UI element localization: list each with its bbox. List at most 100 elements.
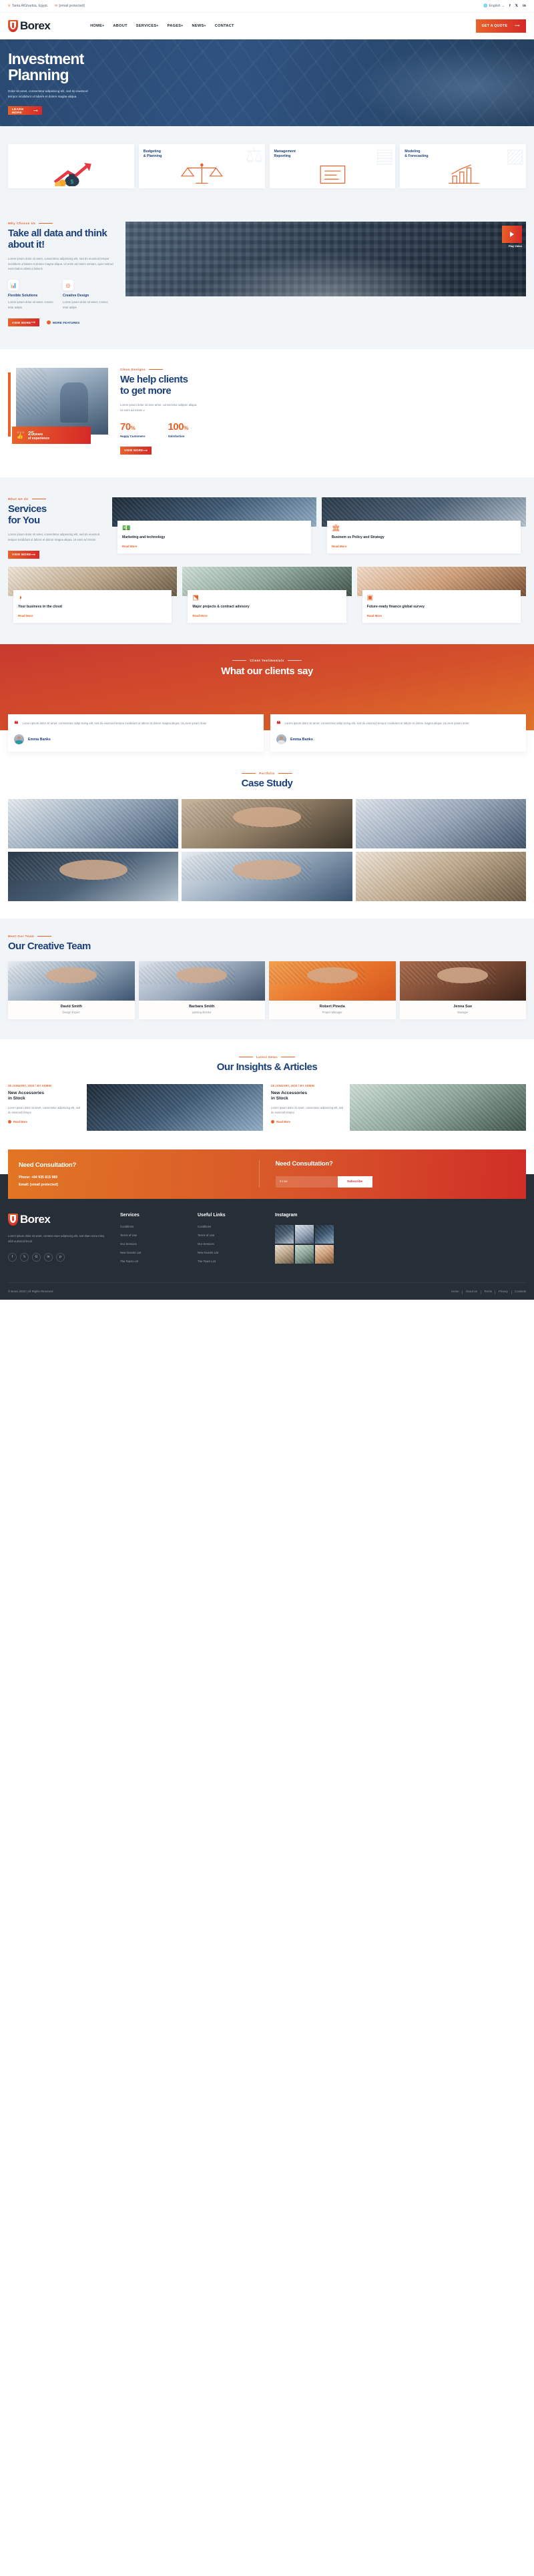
- instagram-thumb[interactable]: [315, 1224, 334, 1244]
- help-view-more-button[interactable]: VIEW MORE ⟶: [120, 446, 152, 455]
- help-eyebrow: Clean Designs: [120, 368, 526, 371]
- linkedin-icon[interactable]: in: [523, 4, 526, 8]
- feature-card[interactable]: Modeling & Forecasting ▨: [400, 144, 526, 188]
- footer-link[interactable]: Our Services: [198, 1242, 264, 1246]
- footer-link[interactable]: The Team List: [198, 1260, 264, 1263]
- pinterest-icon[interactable]: p: [56, 1252, 65, 1262]
- footer-bottom-link-home[interactable]: Home: [451, 1290, 459, 1293]
- case-study-item[interactable]: [182, 799, 352, 849]
- feature-card-title: Budgeting & Planning: [144, 150, 260, 159]
- testimonial-text: Lorem ipsum dolor sit amet, consectetur …: [22, 722, 207, 726]
- stat-label: Satisfaction: [168, 434, 185, 438]
- hero-learn-more-button[interactable]: LEARN MORE ⟶: [8, 106, 42, 115]
- avatar: [14, 734, 24, 745]
- facebook-icon[interactable]: f: [509, 4, 511, 8]
- subscribe-email-input[interactable]: [275, 1176, 338, 1188]
- nav-item-pages[interactable]: PAGES+: [168, 24, 184, 28]
- service-card-body: ◑ Your business in the cloud Read More: [13, 590, 172, 623]
- team-member-card[interactable]: Barbara Smith painting director: [138, 961, 265, 1020]
- mini-feature-body: Lorem ipsum dolor sit amet, consec tetur…: [63, 300, 108, 310]
- language-selector[interactable]: 🌐 English ⌄: [483, 4, 505, 8]
- footer-bottom-link-privacy[interactable]: Privacy: [495, 1290, 508, 1294]
- footer-link[interactable]: The Team List: [120, 1260, 187, 1263]
- footer-link[interactable]: Conditions: [198, 1225, 264, 1228]
- twitter-icon[interactable]: 𝕏: [515, 4, 518, 8]
- blog-read-more-link[interactable]: Read More: [8, 1119, 83, 1123]
- blog-read-more-link[interactable]: Read More: [271, 1119, 346, 1123]
- nav-item-news[interactable]: NEWS+: [192, 24, 206, 28]
- team-member-card[interactable]: David Smith Design Expert: [8, 961, 135, 1020]
- photo-fill: [399, 961, 526, 1001]
- blog-post-card[interactable]: 28 JANUARY, 2020 / BY ADMIN New Accessor…: [271, 1083, 526, 1131]
- footer-link[interactable]: Conditions: [120, 1225, 187, 1228]
- button-label: VIEW MORE: [124, 449, 144, 453]
- service-card-title: Marketing and technology: [122, 535, 166, 540]
- footer-link[interactable]: New Guests List: [198, 1251, 264, 1254]
- nav-item-services[interactable]: SERVICES+: [136, 24, 159, 28]
- case-study-item[interactable]: [355, 799, 526, 849]
- logo[interactable]: Borex: [8, 19, 51, 33]
- topbar-email[interactable]: ✉ [email protected]: [55, 4, 85, 8]
- footer-bottom-link-terms[interactable]: Terms: [480, 1290, 492, 1294]
- twitter-icon[interactable]: 𝕏: [20, 1252, 29, 1262]
- footer-link[interactable]: Terms of Use: [198, 1234, 264, 1237]
- feature-card[interactable]: Management Reporting ▤: [269, 144, 396, 188]
- service-read-more-link[interactable]: Read More: [18, 614, 167, 617]
- service-read-more-link[interactable]: Read More: [122, 545, 306, 548]
- play-video-button[interactable]: [502, 226, 522, 243]
- google-icon[interactable]: G: [32, 1252, 41, 1262]
- service-card[interactable]: ◑ Your business in the cloud Read More: [8, 567, 178, 623]
- service-card[interactable]: 🏛 Businem ss Policy and Strategy Read Mo…: [322, 497, 526, 559]
- feature-card[interactable]: $: [8, 144, 134, 188]
- instagram-thumb[interactable]: [295, 1244, 314, 1264]
- eyebrow-label: Client Testimonials: [250, 659, 284, 663]
- instagram-thumb[interactable]: [275, 1224, 294, 1244]
- get-a-quote-button[interactable]: GET A QUOTE ⟶: [475, 19, 526, 33]
- nav-item-about[interactable]: ABOUT: [113, 24, 127, 28]
- footer-bottom-link-about[interactable]: About Us: [462, 1290, 477, 1294]
- service-card[interactable]: ▣ Future-ready finance global survey Rea…: [356, 567, 526, 623]
- blog-post-card[interactable]: 28 JANUARY, 2020 / BY ADMIN New Accessor…: [8, 1083, 263, 1131]
- topbar-location: ⚲ Tanta AlGharbia, Egypt.: [8, 4, 48, 8]
- case-study-item[interactable]: [8, 799, 179, 849]
- nav-item-home[interactable]: HOME+: [90, 24, 104, 28]
- case-title: Case Study: [241, 778, 293, 790]
- facebook-icon[interactable]: f: [8, 1252, 17, 1262]
- stat-value: 70%: [120, 422, 146, 432]
- footer-link[interactable]: Our Services: [120, 1242, 187, 1246]
- service-read-more-link[interactable]: Read More: [332, 545, 516, 548]
- instagram-thumb[interactable]: [275, 1244, 294, 1264]
- footer-column-heading: Useful Links: [198, 1212, 226, 1218]
- instagram-thumb[interactable]: [295, 1224, 314, 1244]
- service-card[interactable]: ⬔ Major projects & contract advisory Rea…: [182, 567, 352, 623]
- consultation-cta: Need Consultation? Phone: +84 935 815 98…: [8, 1149, 526, 1199]
- case-study-item[interactable]: [8, 852, 179, 902]
- team-member-name: Robert Pineda: [319, 1005, 345, 1009]
- linkedin-icon[interactable]: in: [44, 1252, 53, 1262]
- two-businessmen-photo: [16, 368, 108, 435]
- footer-link[interactable]: Terms of Use: [120, 1234, 187, 1237]
- services-view-more-button[interactable]: VIEW MORE ⟶: [8, 550, 39, 559]
- stat-number: 100: [168, 421, 184, 433]
- feature-card[interactable]: Budgeting & Planning ⚖: [138, 144, 265, 188]
- avatar: [276, 734, 286, 745]
- instagram-thumb[interactable]: [315, 1244, 334, 1264]
- subscribe-button[interactable]: Subscribe: [337, 1176, 372, 1188]
- service-read-more-link[interactable]: Read More: [192, 614, 341, 617]
- hero-title: Investment Planning: [8, 51, 91, 83]
- case-eyebrow: Portfolio: [8, 772, 526, 775]
- quote-mark-icon: ❝: [276, 720, 281, 730]
- team-member-card[interactable]: Robert Pineda Project Manager: [269, 961, 396, 1020]
- footer-bottom-link-contacts[interactable]: Contacts: [511, 1290, 526, 1294]
- footer-column-heading: Services: [120, 1212, 140, 1218]
- more-features-link[interactable]: MORE FEATURES: [46, 320, 79, 325]
- why-view-more-button[interactable]: VIEW MORE ⟶: [8, 318, 39, 327]
- service-read-more-link[interactable]: Read More: [367, 614, 516, 617]
- nav-item-contact[interactable]: CONTACT: [215, 24, 234, 28]
- footer-logo[interactable]: Borex: [8, 1213, 109, 1226]
- case-study-item[interactable]: [182, 852, 352, 902]
- service-card[interactable]: 💵 Marketing and technology Read More: [112, 497, 316, 559]
- footer-link[interactable]: New Guests List: [120, 1251, 187, 1254]
- team-member-card[interactable]: Jenna Sue Manager: [399, 961, 526, 1020]
- case-study-item[interactable]: [355, 852, 526, 902]
